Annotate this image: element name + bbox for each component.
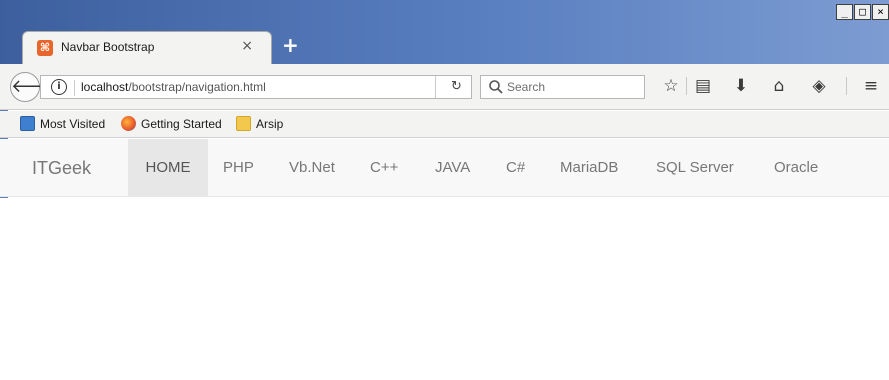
nav-item-mariadb[interactable]: MariaDB: [545, 139, 633, 197]
home-icon[interactable]: ⌂: [768, 75, 790, 97]
back-button[interactable]: 🡐: [10, 72, 59, 102]
search-bar[interactable]: Search: [480, 75, 645, 99]
tab-close-icon[interactable]: ×: [241, 38, 253, 54]
navbar-brand[interactable]: ITGeek: [32, 158, 91, 179]
nav-item-csharp[interactable]: C#: [491, 139, 540, 197]
nav-item-oracle[interactable]: Oracle: [759, 139, 833, 197]
tab-title: Navbar Bootstrap: [61, 40, 155, 54]
url-path: /bootstrap/navigation.html: [128, 80, 266, 94]
nav-item-vbnet[interactable]: Vb.Net: [274, 139, 350, 197]
nav-item-php[interactable]: PHP: [208, 139, 269, 197]
bookmarks-menu-icon[interactable]: ▤: [692, 75, 714, 97]
nav-item-java[interactable]: JAVA: [420, 139, 485, 197]
downloads-icon[interactable]: ⬇: [730, 75, 752, 97]
window-controls: _ □ ×: [836, 4, 889, 20]
url-host: localhost: [81, 80, 129, 94]
bookmark-label: Most Visited: [40, 116, 106, 131]
close-window-button[interactable]: ×: [872, 4, 889, 20]
bookmark-star-icon[interactable]: ☆: [660, 75, 682, 97]
nav-item-home[interactable]: HOME: [128, 139, 208, 197]
info-icon[interactable]: i: [51, 79, 67, 95]
xampp-favicon-icon: ⌘: [37, 40, 53, 56]
new-tab-button[interactable]: +: [282, 33, 299, 57]
bookmarks-bar: Most Visited Getting Started Arsip: [0, 111, 889, 138]
maximize-button[interactable]: □: [854, 4, 871, 20]
bookmark-getting-started[interactable]: Getting Started: [121, 116, 222, 131]
reload-icon[interactable]: ↻: [451, 79, 462, 94]
firefox-icon: [121, 116, 136, 131]
nav-toolbar: 🡐 i localhost/bootstrap/navigation.html …: [0, 64, 889, 110]
bookmark-label: Getting Started: [141, 116, 222, 131]
pocket-icon[interactable]: ◈: [808, 75, 830, 97]
url-bar[interactable]: i localhost/bootstrap/navigation.html ↻: [40, 75, 472, 99]
search-icon: [489, 80, 503, 94]
toolbar-separator: [686, 77, 687, 95]
nav-item-sql-server[interactable]: SQL Server: [641, 139, 749, 197]
folder-icon: [236, 116, 251, 131]
nav-item-cpp[interactable]: C++: [355, 139, 413, 197]
hamburger-menu-icon[interactable]: ≡: [860, 75, 882, 97]
most-visited-icon: [20, 116, 35, 131]
browser-tab[interactable]: ⌘ Navbar Bootstrap ×: [22, 31, 272, 64]
toolbar-separator: [846, 77, 847, 95]
page-content: [0, 198, 889, 380]
site-navbar: ITGeek HOME PHP Vb.Net C++ JAVA C# Maria…: [0, 139, 889, 197]
reload-separator: [435, 76, 436, 98]
bookmark-arsip[interactable]: Arsip: [236, 116, 283, 131]
url-text[interactable]: localhost/bootstrap/navigation.html: [81, 80, 266, 94]
search-placeholder: Search: [507, 80, 546, 94]
minimize-button[interactable]: _: [836, 4, 853, 20]
bookmark-label: Arsip: [256, 116, 284, 131]
bookmark-most-visited[interactable]: Most Visited: [20, 116, 105, 131]
url-separator: [74, 80, 75, 96]
